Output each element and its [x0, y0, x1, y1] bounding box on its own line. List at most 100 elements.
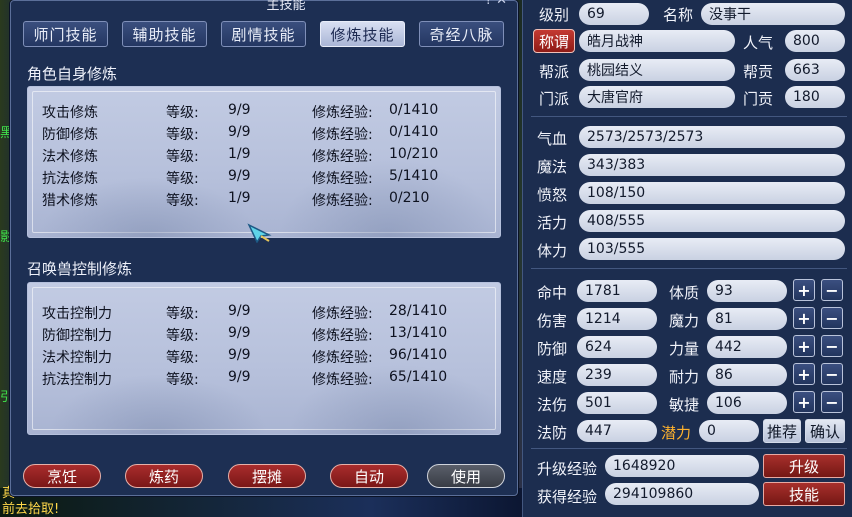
popularity-label: 人气 — [743, 34, 774, 52]
school-contrib-label: 门贡 — [743, 90, 774, 108]
title-field: 皓月战神 — [579, 30, 735, 52]
use-button[interactable]: 使用 — [427, 464, 505, 488]
level-label: 等级: — [166, 149, 199, 165]
gang-label: 帮派 — [539, 63, 570, 81]
table-row[interactable]: 法术控制力 等级: 9/9 修炼经验: 96/1410 — [42, 347, 482, 367]
potential-field: 0 — [699, 420, 759, 442]
constitution-minus-button[interactable]: − — [821, 279, 843, 301]
confirm-button[interactable]: 确认 — [805, 419, 845, 443]
hp-field: 2573/2573/2573 — [579, 126, 845, 148]
tab-bar: 师门技能 辅助技能 剧情技能 修炼技能 奇经八脉 — [23, 21, 504, 47]
name-field: 没事干 — [701, 3, 845, 25]
table-row[interactable]: 抗法控制力 等级: 9/9 修炼经验: 65/1410 — [42, 369, 482, 389]
gang-field: 桃园结义 — [579, 59, 735, 81]
tab-school-skills[interactable]: 师门技能 — [23, 21, 108, 47]
table-row[interactable]: 法术修炼 等级: 1/9 修炼经验: 10/210 — [42, 146, 482, 166]
level-label: 等级: — [166, 328, 199, 344]
gained-exp-field: 294109860 — [605, 483, 759, 505]
stamina-label: 体力 — [537, 242, 568, 260]
level-label: 级别 — [539, 6, 570, 24]
level-value: 9/9 — [228, 325, 251, 341]
title-button[interactable]: 称谓 — [533, 29, 575, 53]
stall-button[interactable]: 摆摊 — [228, 464, 306, 488]
skill-name: 抗法修炼 — [42, 171, 98, 187]
level-label: 等级: — [166, 350, 199, 366]
exp-label: 修炼经验: — [312, 328, 373, 344]
skill-name: 防御控制力 — [42, 328, 112, 344]
magic-power-field: 81 — [707, 308, 787, 330]
window-controls[interactable]: ? ✕ — [485, 0, 507, 8]
stamina-field: 103/555 — [579, 238, 845, 260]
defense-field: 624 — [577, 336, 657, 358]
magic-defense-field: 447 — [577, 420, 657, 442]
table-row[interactable]: 攻击控制力 等级: 9/9 修炼经验: 28/1410 — [42, 303, 482, 323]
mp-label: 魔法 — [537, 158, 568, 176]
agility-minus-button[interactable]: − — [821, 391, 843, 413]
mp-field: 343/383 — [579, 154, 845, 176]
endurance-minus-button[interactable]: − — [821, 363, 843, 385]
divider — [531, 268, 847, 269]
recommend-button[interactable]: 推荐 — [763, 419, 801, 443]
agility-plus-button[interactable]: + — [793, 391, 815, 413]
level-value: 9/9 — [228, 102, 251, 118]
alchemy-button[interactable]: 炼药 — [125, 464, 203, 488]
speed-field: 239 — [577, 364, 657, 386]
magic-power-minus-button[interactable]: − — [821, 307, 843, 329]
level-value: 1/9 — [228, 146, 251, 162]
constitution-plus-button[interactable]: + — [793, 279, 815, 301]
level-value: 9/9 — [228, 303, 251, 319]
table-row[interactable]: 攻击修炼 等级: 9/9 修炼经验: 0/1410 — [42, 102, 482, 122]
magic-power-plus-button[interactable]: + — [793, 307, 815, 329]
potential-label: 潜力 — [661, 424, 692, 442]
tab-story-skills[interactable]: 剧情技能 — [221, 21, 306, 47]
pet-cultivation-panel: 攻击控制力 等级: 9/9 修炼经验: 28/1410 防御控制力 等级: 9/… — [27, 282, 501, 435]
popularity-field: 800 — [785, 30, 845, 52]
auto-button[interactable]: 自动 — [330, 464, 408, 488]
vitality-field: 408/555 — [579, 210, 845, 232]
strength-label: 力量 — [669, 340, 700, 358]
level-label: 等级: — [166, 372, 199, 388]
skills-button[interactable]: 技能 — [763, 482, 845, 506]
constitution-field: 93 — [707, 280, 787, 302]
school-contrib-field: 180 — [785, 86, 845, 108]
strength-field: 442 — [707, 336, 787, 358]
endurance-plus-button[interactable]: + — [793, 363, 815, 385]
pointer-cursor-icon — [247, 223, 272, 243]
table-row[interactable]: 防御控制力 等级: 9/9 修炼经验: 13/1410 — [42, 325, 482, 345]
magic-damage-field: 501 — [577, 392, 657, 414]
table-row[interactable]: 猎术修炼 等级: 1/9 修炼经验: 0/210 — [42, 190, 482, 210]
table-row[interactable]: 防御修炼 等级: 9/9 修炼经验: 0/1410 — [42, 124, 482, 144]
anger-label: 愤怒 — [537, 186, 568, 204]
hp-label: 气血 — [537, 130, 568, 148]
level-label: 等级: — [166, 193, 199, 209]
defense-label: 防御 — [537, 340, 568, 358]
endurance-field: 86 — [707, 364, 787, 386]
chat-message: 前去拾取! — [2, 502, 60, 517]
cooking-button[interactable]: 烹饪 — [23, 464, 101, 488]
exp-label: 修炼经验: — [312, 149, 373, 165]
exp-label: 修炼经验: — [312, 127, 373, 143]
vitality-label: 活力 — [537, 214, 568, 232]
exp-value: 96/1410 — [389, 347, 448, 363]
exp-label: 修炼经验: — [312, 350, 373, 366]
tab-cultivation-skills[interactable]: 修炼技能 — [320, 21, 405, 47]
exp-label: 修炼经验: — [312, 193, 373, 209]
upgrade-button[interactable]: 升级 — [763, 454, 845, 478]
gang-contrib-field: 663 — [785, 59, 845, 81]
agility-field: 106 — [707, 392, 787, 414]
damage-field: 1214 — [577, 308, 657, 330]
level-value: 9/9 — [228, 369, 251, 385]
tab-auxiliary-skills[interactable]: 辅助技能 — [122, 21, 207, 47]
skill-name: 抗法控制力 — [42, 372, 112, 388]
hit-field: 1781 — [577, 280, 657, 302]
exp-label: 修炼经验: — [312, 306, 373, 322]
table-row[interactable]: 抗法修炼 等级: 9/9 修炼经验: 5/1410 — [42, 168, 482, 188]
self-cultivation-title: 角色自身修炼 — [27, 65, 118, 83]
level-value: 9/9 — [228, 168, 251, 184]
strength-minus-button[interactable]: − — [821, 335, 843, 357]
endurance-label: 耐力 — [669, 368, 700, 386]
character-attributes-panel: 级别 69 名称 没事干 称谓 皓月战神 人气 800 帮派 桃园结义 帮贡 6… — [522, 0, 852, 517]
strength-plus-button[interactable]: + — [793, 335, 815, 357]
tab-meridians[interactable]: 奇经八脉 — [419, 21, 504, 47]
exp-value: 13/1410 — [389, 325, 448, 341]
